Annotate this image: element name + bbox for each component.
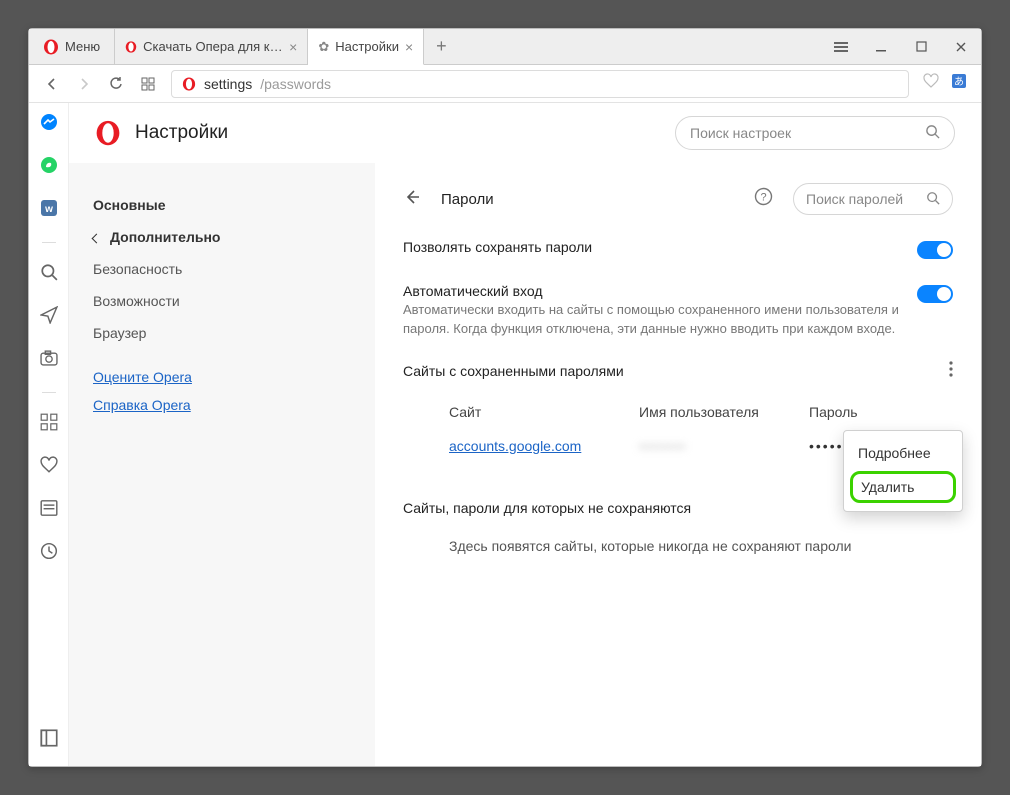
search-icon[interactable] (40, 263, 58, 286)
section-more-button[interactable] (949, 361, 953, 382)
allow-save-label: Позволять сохранять пароли (403, 237, 899, 257)
sidebar-item-advanced[interactable]: Дополнительно (93, 221, 351, 253)
menu-label: Меню (65, 39, 100, 54)
address-path-suffix: /passwords (260, 76, 331, 92)
svg-text:あ: あ (954, 76, 964, 88)
news-icon[interactable] (40, 499, 58, 522)
new-tab-button[interactable]: + (424, 29, 459, 64)
window-controls (821, 29, 981, 64)
passwords-header: Пароли ? Поиск паролей (403, 183, 953, 215)
passwords-page: Пароли ? Поиск паролей Позволять сохраня… (375, 163, 981, 766)
password-row[interactable]: accounts.google.com •••••••• •••••••••••… (449, 438, 953, 454)
auto-login-toggle[interactable] (917, 285, 953, 303)
row-context-menu: Подробнее Удалить (843, 430, 963, 512)
settings-sidebar: Основные Дополнительно Безопасность Возм… (69, 163, 375, 766)
svg-text:?: ? (760, 192, 766, 204)
never-saved-empty-text: Здесь появятся сайты, которые никогда не… (403, 538, 953, 554)
tab-opera-download[interactable]: Скачать Опера для комп... × (115, 29, 308, 64)
sidebar-item-security[interactable]: Безопасность (93, 253, 351, 285)
speed-dial-button[interactable] (139, 75, 157, 93)
tab-close-button[interactable]: × (405, 39, 413, 55)
search-icon (925, 124, 940, 142)
passwords-heading: Пароли (441, 191, 494, 208)
address-input[interactable]: settings/passwords (171, 70, 909, 98)
minimize-button[interactable] (861, 41, 901, 53)
tab-label: Скачать Опера для комп... (143, 39, 283, 54)
settings-search[interactable]: Поиск настроек (675, 116, 955, 150)
history-icon[interactable] (40, 542, 58, 565)
opera-logo-icon (95, 120, 121, 146)
rail-divider (42, 392, 56, 393)
sidebar-link-rate[interactable]: Оцените Opera (93, 363, 192, 391)
saved-passwords-table: Сайт Имя пользователя Пароль accounts.go… (403, 404, 953, 454)
settings-body: Основные Дополнительно Безопасность Возм… (69, 163, 981, 766)
chevron-down-icon (93, 229, 104, 245)
sidebar-item-basic[interactable]: Основные (93, 189, 351, 221)
tab-label: Настройки (335, 39, 399, 54)
sidebar-item-browser[interactable]: Браузер (93, 317, 351, 349)
close-window-button[interactable] (941, 41, 981, 53)
left-rail: w (29, 103, 69, 766)
tab-settings[interactable]: ✿ Настройки × (308, 29, 424, 65)
settings-title: Настройки (135, 122, 228, 144)
passwords-search-placeholder: Поиск паролей (806, 191, 903, 207)
nav-back-button[interactable] (43, 75, 61, 93)
sidebar-item-features[interactable]: Возможности (93, 285, 351, 317)
menu-details[interactable]: Подробнее (844, 437, 962, 469)
settings-header: Настройки Поиск настроек (69, 103, 981, 163)
settings-area: Настройки Поиск настроек Основные Дополн… (69, 103, 981, 766)
site-link[interactable]: accounts.google.com (449, 438, 581, 454)
titlebar: Меню Скачать Опера для комп... × ✿ Настр… (29, 29, 981, 65)
allow-save-toggle[interactable] (917, 241, 953, 259)
content-area: w Настройки Поиск настроек (29, 103, 981, 766)
address-bar: settings/passwords あ (29, 65, 981, 103)
maximize-button[interactable] (901, 41, 941, 52)
browser-window: Меню Скачать Опера для комп... × ✿ Настр… (28, 28, 982, 767)
grid-icon[interactable] (40, 413, 58, 436)
settings-search-placeholder: Поиск настроек (690, 125, 791, 141)
col-pass: Пароль (809, 404, 929, 420)
sidebar-link-help[interactable]: Справка Opera (93, 391, 191, 419)
menu-delete[interactable]: Удалить (850, 471, 956, 503)
saved-passwords-title: Сайты с сохраненными паролями (403, 363, 624, 379)
translate-icon[interactable]: あ (951, 73, 967, 94)
camera-icon[interactable] (40, 349, 58, 372)
username-value: •••••••• (639, 438, 686, 454)
svg-text:w: w (44, 204, 53, 215)
opera-logo-icon (182, 77, 196, 91)
messenger-icon[interactable] (40, 113, 58, 136)
address-path-prefix: settings (204, 76, 252, 92)
heart-icon[interactable] (923, 73, 939, 94)
tab-close-button[interactable]: × (289, 39, 297, 55)
opera-menu-button[interactable]: Меню (29, 29, 115, 64)
gear-icon: ✿ (318, 39, 329, 55)
auto-login-row: Автоматический вход Автоматически входит… (403, 281, 953, 339)
nav-forward-button[interactable] (75, 75, 93, 93)
whatsapp-icon[interactable] (40, 156, 58, 179)
reload-button[interactable] (107, 75, 125, 93)
rail-divider (42, 242, 56, 243)
auto-login-title: Автоматический вход (403, 281, 899, 301)
col-site: Сайт (449, 404, 629, 420)
vk-icon[interactable]: w (40, 199, 58, 222)
search-icon (926, 191, 940, 208)
window-panel-button[interactable] (821, 42, 861, 52)
heart-rail-icon[interactable] (40, 456, 58, 479)
help-icon[interactable]: ? (754, 187, 773, 211)
passwords-search[interactable]: Поиск паролей (793, 183, 953, 215)
back-button[interactable] (403, 188, 421, 211)
send-icon[interactable] (40, 306, 58, 329)
allow-save-row: Позволять сохранять пароли (403, 237, 953, 259)
expand-rail-icon[interactable] (40, 729, 58, 752)
saved-passwords-section-header: Сайты с сохраненными паролями (403, 361, 953, 382)
opera-logo-icon (43, 39, 59, 55)
opera-logo-icon (125, 41, 137, 53)
auto-login-desc: Автоматически входить на сайты с помощью… (403, 301, 899, 339)
col-user: Имя пользователя (639, 404, 799, 420)
